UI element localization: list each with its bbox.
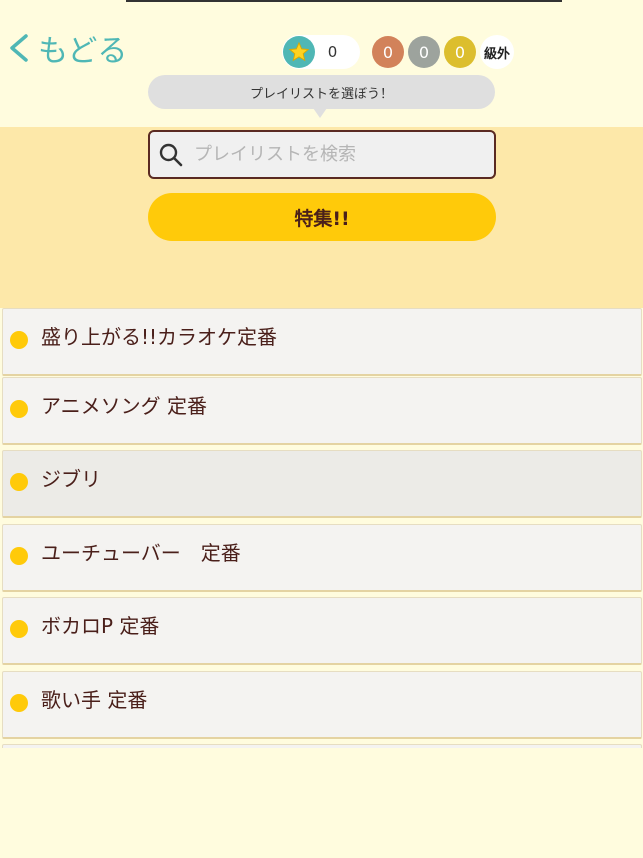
back-button[interactable]: もどる <box>6 26 127 70</box>
playlist-item-label: アニメソング 定番 <box>41 394 207 418</box>
search-input[interactable] <box>192 143 494 166</box>
playlist-item[interactable]: ジブリ <box>2 450 642 518</box>
dot-icon <box>10 620 28 638</box>
special-feature-button[interactable]: 特集!! <box>148 193 496 241</box>
search-icon <box>159 143 183 166</box>
playlist-item-label: 盛り上がる!!カラオケ定番 <box>41 325 278 349</box>
star-badge <box>283 36 315 68</box>
playlist-item-label: 歌い手 定番 <box>41 688 148 712</box>
playlist-item-partial[interactable] <box>2 744 642 748</box>
playlist-item[interactable]: ボカロP 定番 <box>2 597 642 665</box>
playlist-item[interactable]: アニメソング 定番 <box>2 377 642 445</box>
star-counter: 0 <box>282 35 360 69</box>
star-count: 0 <box>327 43 338 61</box>
top-divider <box>126 0 562 2</box>
bronze-medal-count: 0 <box>372 36 404 68</box>
tooltip-tail <box>313 108 327 118</box>
score-bar: 0 0 0 0 級外 <box>282 35 514 69</box>
dot-icon <box>10 473 28 491</box>
search-box[interactable] <box>148 130 496 179</box>
dot-icon <box>10 331 28 349</box>
playlist-item-label: ジブリ <box>41 467 101 491</box>
playlist-item[interactable]: 盛り上がる!!カラオケ定番 <box>2 308 642 376</box>
playlist-item[interactable]: 歌い手 定番 <box>2 671 642 739</box>
chevron-left-icon <box>10 34 28 62</box>
playlist-item[interactable]: ユーチューバー 定番 <box>2 524 642 592</box>
playlist-list: 盛り上がる!!カラオケ定番 アニメソング 定番 ジブリ ユーチューバー 定番 ボ… <box>0 308 643 748</box>
playlist-item-label: ボカロP 定番 <box>41 614 160 638</box>
dot-icon <box>10 547 28 565</box>
silver-medal-count: 0 <box>408 36 440 68</box>
playlist-item-label: ユーチューバー 定番 <box>41 541 241 565</box>
star-icon <box>288 41 310 62</box>
dot-icon <box>10 694 28 712</box>
back-label: もどる <box>38 34 128 69</box>
rank-badge: 級外 <box>480 35 514 69</box>
gold-medal-count: 0 <box>444 36 476 68</box>
dot-icon <box>10 400 28 418</box>
hint-tooltip: プレイリストを選ぼう！ <box>148 75 495 109</box>
